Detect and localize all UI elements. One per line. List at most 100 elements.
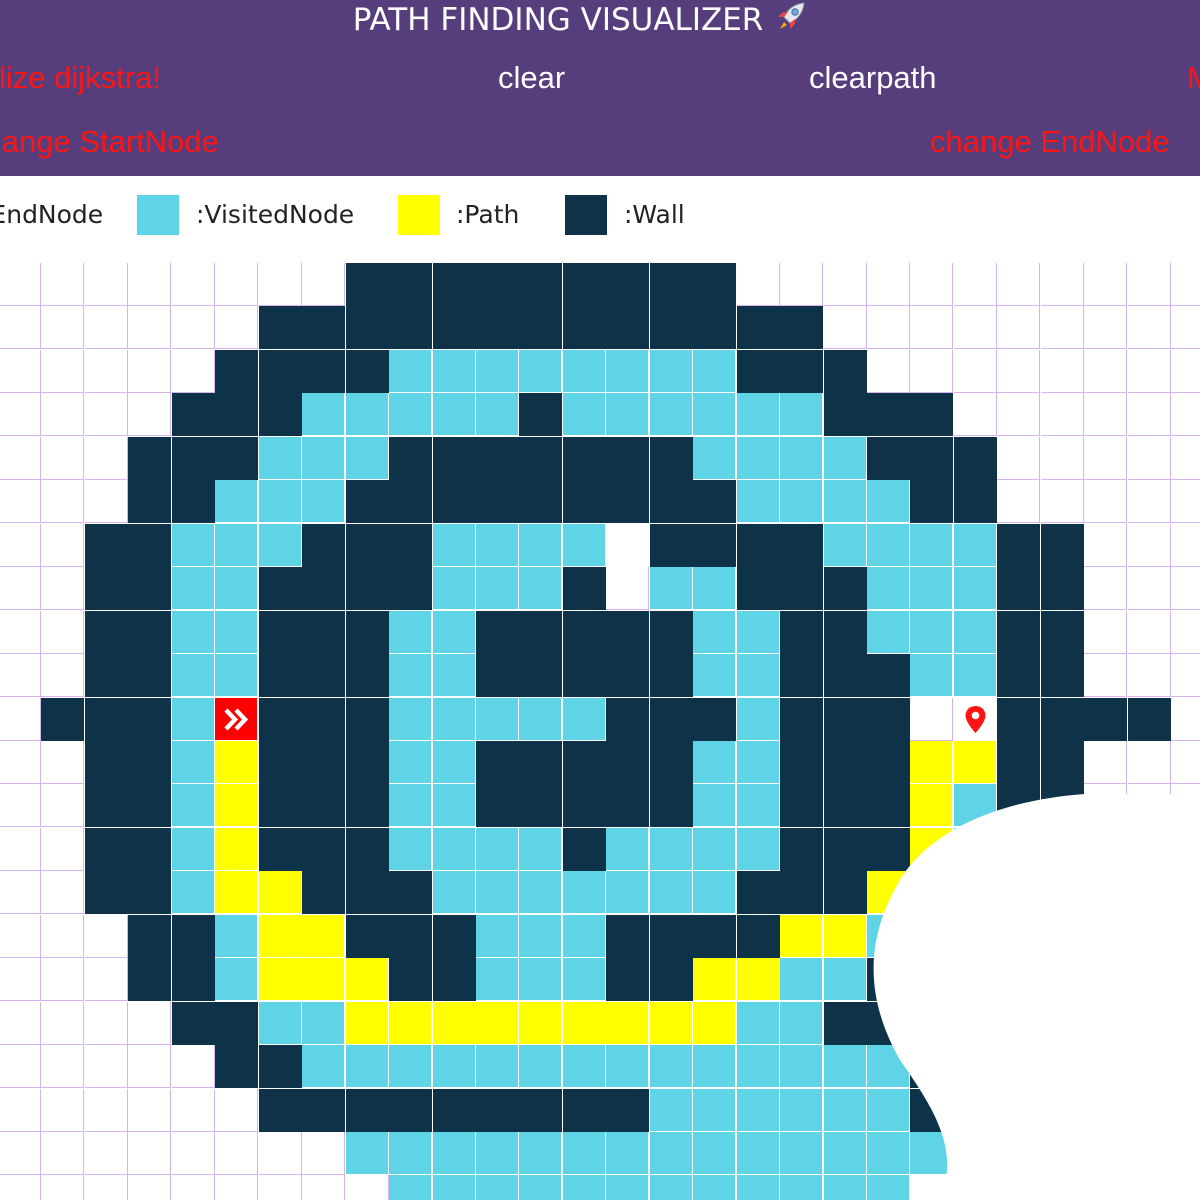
grid-cell[interactable] bbox=[128, 393, 171, 436]
grid-cell[interactable] bbox=[41, 611, 84, 654]
visited-cell[interactable] bbox=[780, 437, 823, 480]
visited-cell[interactable] bbox=[867, 1045, 910, 1088]
grid-cell[interactable] bbox=[0, 611, 41, 654]
visited-cell[interactable] bbox=[215, 654, 258, 697]
grid-cell[interactable] bbox=[1084, 1089, 1127, 1132]
wall-cell[interactable] bbox=[302, 567, 345, 610]
wall-cell[interactable] bbox=[433, 480, 476, 523]
grid-cell[interactable] bbox=[997, 306, 1040, 349]
grid-cell[interactable] bbox=[1171, 958, 1200, 1001]
path-cell[interactable] bbox=[215, 871, 258, 914]
wall-cell[interactable] bbox=[867, 698, 910, 741]
grid-cell[interactable] bbox=[1171, 1045, 1200, 1088]
wall-cell[interactable] bbox=[606, 915, 649, 958]
grid-cell[interactable] bbox=[172, 1045, 215, 1088]
wall-cell[interactable] bbox=[259, 741, 302, 784]
wall-cell[interactable] bbox=[997, 741, 1040, 784]
grid-cell[interactable] bbox=[128, 1175, 171, 1200]
visited-cell[interactable] bbox=[693, 871, 736, 914]
visited-cell[interactable] bbox=[433, 1045, 476, 1088]
grid-cell[interactable] bbox=[0, 784, 41, 827]
wall-cell[interactable] bbox=[172, 437, 215, 480]
grid-cell[interactable] bbox=[606, 567, 649, 610]
visited-cell[interactable] bbox=[910, 654, 953, 697]
visited-cell[interactable] bbox=[476, 828, 519, 871]
grid-cell[interactable] bbox=[997, 958, 1040, 1001]
grid-cell[interactable] bbox=[1171, 524, 1200, 567]
wall-cell[interactable] bbox=[824, 393, 867, 436]
wall-cell[interactable] bbox=[215, 1002, 258, 1045]
visited-cell[interactable] bbox=[867, 1089, 910, 1132]
grid-cell[interactable] bbox=[1128, 871, 1171, 914]
grid-cell[interactable] bbox=[259, 263, 302, 306]
visited-cell[interactable] bbox=[172, 524, 215, 567]
wall-cell[interactable] bbox=[433, 263, 476, 306]
wall-cell[interactable] bbox=[259, 654, 302, 697]
grid-cell[interactable] bbox=[1041, 263, 1084, 306]
grid-cell[interactable] bbox=[41, 393, 84, 436]
wall-cell[interactable] bbox=[563, 654, 606, 697]
path-cell[interactable] bbox=[910, 871, 953, 914]
grid-cell[interactable] bbox=[259, 1132, 302, 1175]
wall-cell[interactable] bbox=[997, 828, 1040, 871]
path-cell[interactable] bbox=[910, 741, 953, 784]
grid-cell[interactable] bbox=[0, 871, 41, 914]
wall-cell[interactable] bbox=[780, 698, 823, 741]
visited-cell[interactable] bbox=[737, 480, 780, 523]
wall-cell[interactable] bbox=[302, 306, 345, 349]
wall-cell[interactable] bbox=[867, 654, 910, 697]
grid-cell[interactable] bbox=[85, 480, 128, 523]
wall-cell[interactable] bbox=[476, 741, 519, 784]
grid-cell[interactable] bbox=[41, 654, 84, 697]
grid-cell[interactable] bbox=[910, 306, 953, 349]
grid-cell[interactable] bbox=[1084, 654, 1127, 697]
path-cell[interactable] bbox=[259, 958, 302, 1001]
wall-cell[interactable] bbox=[563, 741, 606, 784]
grid-cell[interactable] bbox=[302, 1132, 345, 1175]
visited-cell[interactable] bbox=[215, 567, 258, 610]
grid-cell[interactable] bbox=[954, 1089, 997, 1132]
wall-cell[interactable] bbox=[780, 611, 823, 654]
wall-cell[interactable] bbox=[346, 741, 389, 784]
path-cell[interactable] bbox=[606, 1002, 649, 1045]
visited-cell[interactable] bbox=[172, 698, 215, 741]
visited-cell[interactable] bbox=[693, 393, 736, 436]
grid-cell[interactable] bbox=[0, 1175, 41, 1200]
wall-cell[interactable] bbox=[867, 393, 910, 436]
wall-cell[interactable] bbox=[737, 915, 780, 958]
visited-cell[interactable] bbox=[650, 1175, 693, 1200]
wall-cell[interactable] bbox=[128, 915, 171, 958]
visited-cell[interactable] bbox=[737, 1045, 780, 1088]
visited-cell[interactable] bbox=[737, 611, 780, 654]
visited-cell[interactable] bbox=[780, 480, 823, 523]
grid-cell[interactable] bbox=[1128, 263, 1171, 306]
wall-cell[interactable] bbox=[389, 524, 432, 567]
visited-cell[interactable] bbox=[302, 1002, 345, 1045]
wall-cell[interactable] bbox=[693, 698, 736, 741]
visited-cell[interactable] bbox=[476, 524, 519, 567]
visited-cell[interactable] bbox=[433, 741, 476, 784]
visited-cell[interactable] bbox=[780, 393, 823, 436]
wall-cell[interactable] bbox=[693, 263, 736, 306]
grid-cell[interactable] bbox=[1084, 1132, 1127, 1175]
wall-cell[interactable] bbox=[867, 437, 910, 480]
visited-cell[interactable] bbox=[867, 524, 910, 567]
wall-cell[interactable] bbox=[346, 306, 389, 349]
grid-cell[interactable] bbox=[41, 784, 84, 827]
grid-cell[interactable] bbox=[1171, 306, 1200, 349]
grid-cell[interactable] bbox=[780, 263, 823, 306]
wall-cell[interactable] bbox=[954, 437, 997, 480]
wall-cell[interactable] bbox=[606, 306, 649, 349]
grid-cell[interactable] bbox=[1171, 871, 1200, 914]
wall-cell[interactable] bbox=[389, 263, 432, 306]
grid-cell[interactable] bbox=[1084, 1175, 1127, 1200]
grid-cell[interactable] bbox=[41, 1045, 84, 1088]
wall-cell[interactable] bbox=[563, 306, 606, 349]
wall-cell[interactable] bbox=[693, 306, 736, 349]
visited-cell[interactable] bbox=[172, 611, 215, 654]
wall-cell[interactable] bbox=[824, 741, 867, 784]
wall-cell[interactable] bbox=[1041, 611, 1084, 654]
visited-cell[interactable] bbox=[476, 698, 519, 741]
grid-cell[interactable] bbox=[0, 915, 41, 958]
visited-cell[interactable] bbox=[693, 1132, 736, 1175]
